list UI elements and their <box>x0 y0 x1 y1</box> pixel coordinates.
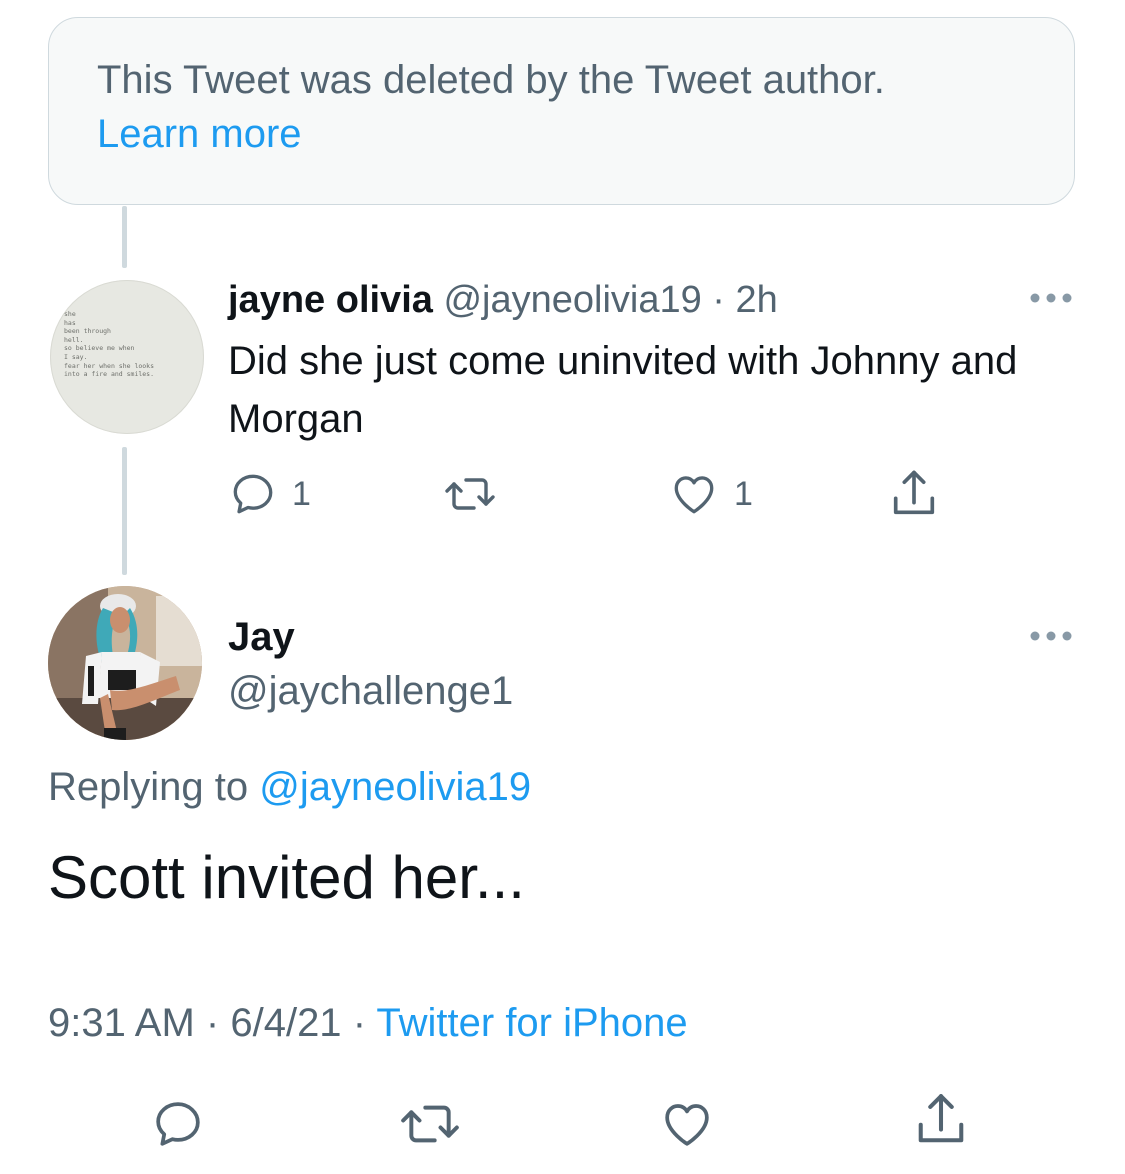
reply-comment-count: 1 <box>292 474 311 513</box>
thread-line-middle <box>122 447 127 575</box>
replying-to-line: Replying to @jayneolivia19 <box>48 760 531 814</box>
tweet-date: 6/4/21 <box>230 1001 342 1045</box>
deleted-tweet-text: This Tweet was deleted by the Tweet auth… <box>97 58 885 102</box>
share-icon <box>918 1094 964 1143</box>
reply-author-handle[interactable]: @jayneolivia19 <box>443 279 701 321</box>
reply-more-icon[interactable] <box>1028 291 1074 305</box>
reply-header: jayne olivia @jayneolivia19 · 2h <box>228 274 778 326</box>
learn-more-link[interactable]: Learn more <box>97 106 302 162</box>
avatar-jayne-olivia[interactable]: she has been through hell. so believe me… <box>50 280 204 434</box>
tweet-author-handle[interactable]: @jaychallenge1 <box>228 664 513 718</box>
replying-to-prefix: Replying to <box>48 765 249 809</box>
tweet-share-button[interactable] <box>910 1092 972 1148</box>
profile-photo-icon <box>48 586 202 740</box>
timestamp-separator-2: · <box>352 1001 367 1045</box>
avatar-quote-text: she has been through hell. so believe me… <box>64 310 155 379</box>
thread-line-top <box>122 206 127 268</box>
reply-separator: · <box>712 279 725 321</box>
tweet-source-link[interactable]: Twitter for iPhone <box>376 1001 687 1045</box>
avatar-jay[interactable] <box>48 586 202 740</box>
timestamp-separator-1: · <box>205 1001 220 1045</box>
reply-like-action[interactable]: 1 <box>668 466 753 522</box>
heart-icon <box>665 1104 709 1146</box>
tweet-timestamp: 9:31 AM · 6/4/21 · Twitter for iPhone <box>48 996 688 1050</box>
retweet-icon <box>445 478 495 510</box>
reply-share-action[interactable] <box>888 466 940 522</box>
replying-to-handle[interactable]: @jayneolivia19 <box>259 765 531 809</box>
comment-icon <box>156 1102 200 1146</box>
reply-text: Did she just come uninvited with Johnny … <box>228 339 1018 441</box>
retweet-icon <box>401 1105 459 1143</box>
reply-retweet-action[interactable] <box>442 466 498 522</box>
tweet-retweet-button[interactable] <box>396 1096 464 1152</box>
tweet-reply-button[interactable] <box>148 1096 208 1152</box>
reply-like-count: 1 <box>734 474 753 513</box>
share-icon <box>893 470 935 515</box>
tweet-text: Scott invited her... <box>48 844 525 911</box>
tweet-author-name[interactable]: Jay <box>228 610 295 664</box>
tweet-like-button[interactable] <box>656 1096 718 1152</box>
comment-icon <box>233 474 273 514</box>
reply-time[interactable]: 2h <box>736 279 778 321</box>
heart-icon <box>674 476 714 514</box>
reply-comment-action[interactable]: 1 <box>228 466 311 522</box>
tweet-time: 9:31 AM <box>48 1001 195 1045</box>
tweet-more-icon[interactable] <box>1028 629 1074 643</box>
reply-author-name[interactable]: jayne olivia <box>228 279 433 321</box>
